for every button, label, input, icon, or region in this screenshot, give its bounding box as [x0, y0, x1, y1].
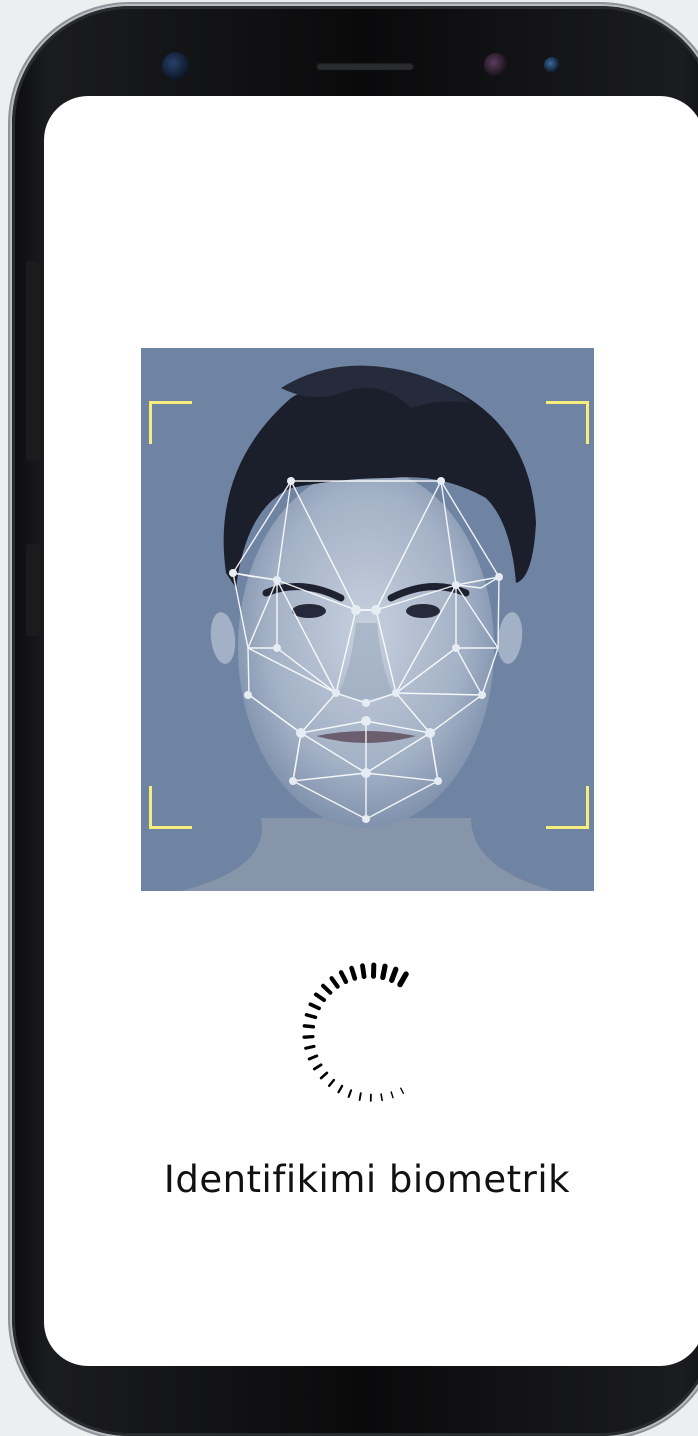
spinner-tick [341, 972, 346, 981]
scan-frame-corner-bottom-right [546, 786, 589, 829]
scan-frame-corner-top-right [546, 401, 589, 444]
iris-scanner-icon [484, 53, 508, 77]
spinner-tick [352, 968, 355, 978]
scan-frame-corner-bottom-left [149, 786, 192, 829]
proximity-sensor-icon [544, 57, 560, 73]
spinner-tick [339, 1086, 343, 1092]
spinner-tick [329, 1080, 334, 1086]
loading-spinner-icon [292, 938, 452, 1108]
spinner-tick [360, 1093, 361, 1100]
spinner-tick [332, 978, 338, 986]
face-scan-area [141, 348, 594, 891]
spinner-tick [383, 966, 385, 977]
spinner-tick [304, 1037, 313, 1038]
spinner-tick [381, 1094, 382, 1100]
spinner-tick [363, 966, 365, 977]
spinner-tick [401, 1088, 404, 1093]
spinner-tick [316, 995, 324, 1001]
front-camera-icon [162, 52, 190, 80]
earpiece-speaker [316, 62, 414, 70]
spinner-tick [400, 974, 406, 984]
spinner-tick [307, 1015, 316, 1018]
spinner-tick [304, 1026, 313, 1027]
bixby-button [26, 544, 40, 636]
spinner-tick [392, 969, 396, 980]
spinner-tick [391, 1092, 393, 1098]
status-label: Identifikimi biometrik [0, 1158, 698, 1201]
volume-button [26, 261, 40, 461]
spinner-tick [306, 1046, 314, 1048]
scan-frame-corner-top-left [149, 401, 192, 444]
face-mesh-icon [141, 348, 594, 891]
spinner-tick [349, 1090, 351, 1097]
spinner-tick [321, 1073, 327, 1078]
spinner-tick [309, 1056, 317, 1059]
spinner-tick [310, 1004, 319, 1008]
spinner-tick [323, 986, 330, 993]
spinner-tick [314, 1065, 321, 1069]
